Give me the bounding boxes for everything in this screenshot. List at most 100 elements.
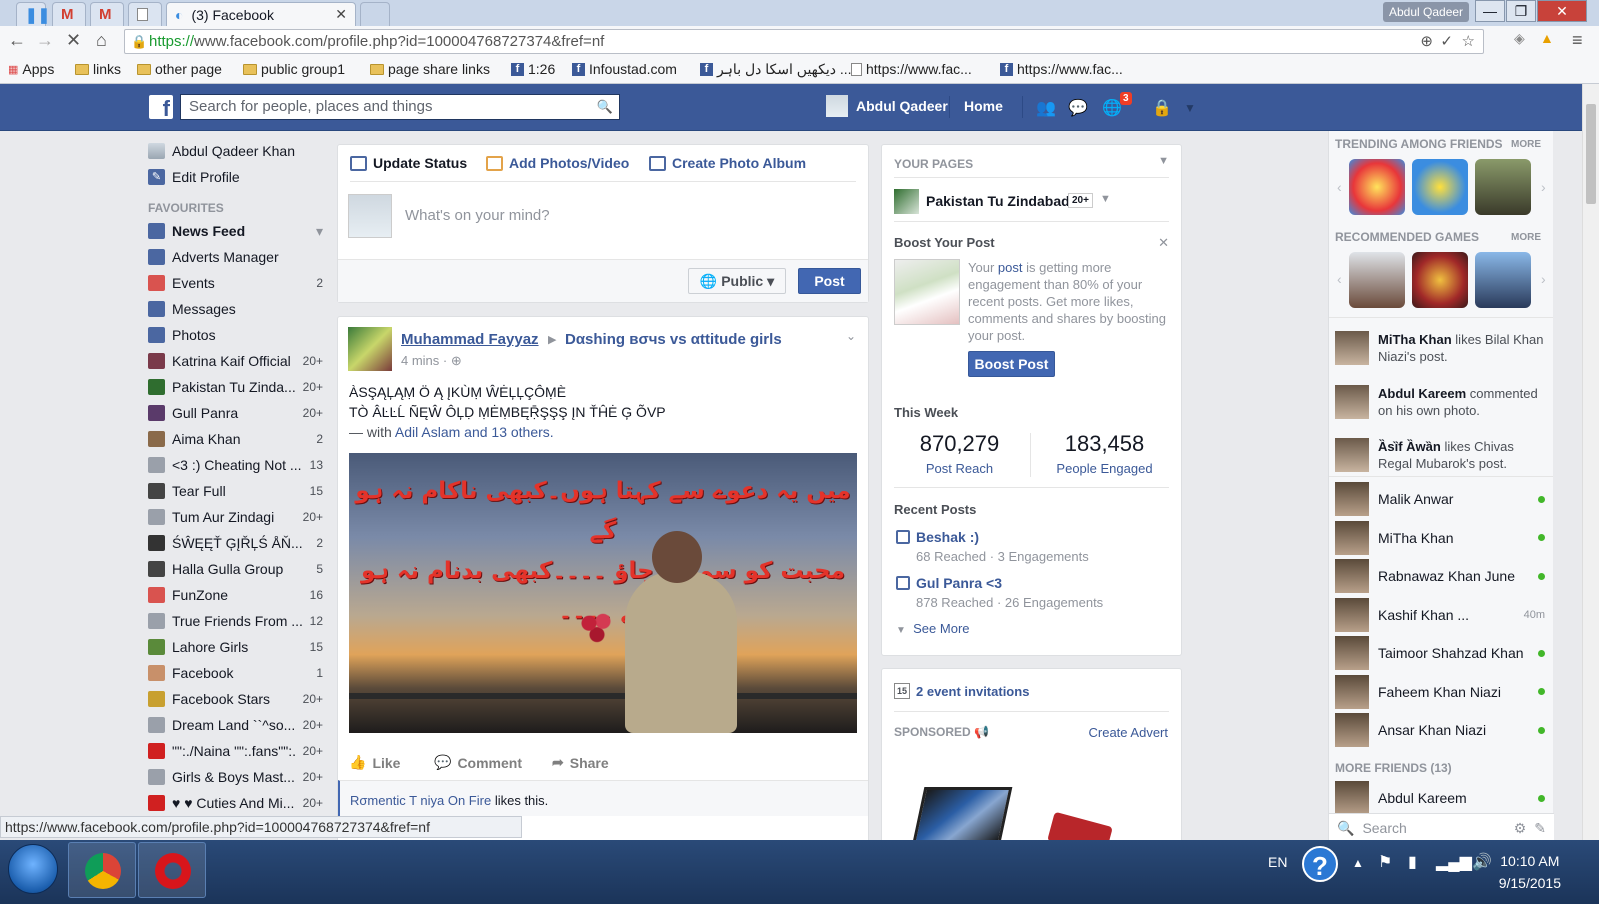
group-link[interactable]: Dαshing вσчs vs αttitude girls [565, 331, 782, 348]
close-window-button[interactable]: ✕ [1537, 0, 1587, 22]
taskbar-opera[interactable] [138, 842, 206, 898]
tray-expand-icon[interactable]: ▲ [1352, 856, 1364, 870]
game-3[interactable] [1475, 252, 1531, 308]
profile-link[interactable]: Abdul Qadeer Khan [148, 141, 323, 161]
bookmark-public-group1[interactable]: public group1 [243, 61, 345, 77]
volume-icon[interactable]: 🔊 [1472, 852, 1492, 872]
sidebar-item[interactable]: ♥ ♥ Cuties And Mi... 20+ [148, 793, 323, 813]
sidebar-item[interactable]: Girls & Boys Mast... 20+ [148, 767, 323, 787]
close-icon[interactable]: ✕ [1158, 235, 1169, 251]
bookmark-126[interactable]: f 1:26 [511, 61, 555, 77]
boost-post-thumbnail[interactable] [894, 259, 960, 325]
compose-icon[interactable]: ✎ [1534, 820, 1546, 837]
bookmark-page-share-links[interactable]: page share links [370, 61, 490, 77]
status-input[interactable]: What's on your mind? [405, 207, 550, 224]
chevron-down-icon[interactable]: ▼ [1158, 155, 1169, 167]
chat-friend[interactable]: Abdul Kareem [1335, 781, 1545, 815]
tab-add-photos[interactable]: Add Photos/Video [486, 155, 629, 171]
facebook-logo-icon[interactable]: f [149, 95, 173, 121]
zoom-icon[interactable]: ⊕ [1420, 30, 1433, 53]
sidebar-item[interactable]: Tum Aur Zindagi 20+ [148, 507, 323, 527]
chevron-left-icon[interactable]: ‹ [1337, 179, 1342, 195]
bookmark-url-2[interactable]: f https://www.fac... [1000, 61, 1123, 77]
star-icon[interactable]: ☆ [1462, 30, 1475, 53]
bookmark-links[interactable]: links [75, 61, 121, 77]
sidebar-item[interactable]: Lahore Girls 15 [148, 637, 323, 657]
see-more-link[interactable]: ▼ See More [896, 621, 970, 636]
flag-icon[interactable]: ⚑ [1378, 852, 1392, 872]
close-tab-icon[interactable]: ✕ [335, 6, 347, 23]
sidebar-item[interactable]: Gull Panra 20+ [148, 403, 323, 423]
menu-icon[interactable]: ≡ [1572, 30, 1583, 51]
chat-friend[interactable]: Rabnawaz Khan June [1335, 559, 1545, 593]
game-icw[interactable] [1475, 159, 1531, 215]
stop-icon[interactable]: ✕ [66, 30, 81, 51]
tab-update-status[interactable]: Update Status [350, 155, 467, 171]
chevron-left-icon[interactable]: ‹ [1337, 271, 1342, 287]
tablet-ad-image[interactable] [911, 787, 1013, 847]
back-icon[interactable]: ← [8, 30, 26, 51]
edit-profile-link[interactable]: ✎ Edit Profile [148, 167, 323, 187]
privacy-shortcuts-icon[interactable]: 🔒 [1152, 98, 1172, 118]
language-indicator[interactable]: EN [1268, 854, 1287, 870]
start-button[interactable] [8, 844, 58, 894]
create-advert-link[interactable]: Create Advert [1089, 725, 1169, 740]
avatar[interactable] [348, 327, 392, 371]
chat-friend[interactable]: Malik Anwar [1335, 482, 1545, 516]
tab-facebook[interactable]: ◐ (3) Facebook ✕ [166, 2, 356, 26]
battery-icon[interactable]: ▮ [1408, 852, 1417, 872]
messages-icon[interactable]: 💬 [1068, 98, 1088, 118]
profile-badge[interactable]: Abdul Qadeer [1383, 2, 1470, 22]
post-reach-stat[interactable]: 870,279 Post Reach [892, 431, 1027, 476]
scrollbar-thumb[interactable] [1586, 104, 1596, 204]
sidebar-item[interactable]: ŚŴĘĘŤ ĢĮŘĻŚ ÅŇ... 2 [148, 533, 323, 553]
sidebar-item[interactable]: <3 :) Cheating Not ... 13 [148, 455, 323, 475]
extension-2-icon[interactable]: ▲ [1540, 30, 1554, 46]
extension-icon[interactable]: ◈ [1514, 30, 1525, 47]
sidebar-item[interactable]: "":./Naina "":.fans"":. 20+ [148, 741, 323, 761]
home-icon[interactable]: ⌂ [96, 30, 107, 51]
like-button[interactable]: 👍 Like [349, 754, 400, 771]
tab-pinned-1[interactable]: ❚❚ [16, 2, 50, 26]
post-image[interactable]: میں یہ دعوے سے کہتا ہوں۔کبھی ناکام نہ ہو… [349, 453, 857, 733]
boost-post-button[interactable]: Boost Post [968, 351, 1055, 377]
search-icon[interactable]: 🔍 [597, 95, 613, 119]
avatar[interactable] [826, 95, 848, 117]
chat-friend[interactable]: Taimoor Shahzad Khan [1335, 636, 1545, 670]
sidebar-item[interactable]: Adverts Manager [148, 247, 323, 267]
share-button[interactable]: ➦ Share [552, 754, 609, 771]
page-scrollbar[interactable] [1582, 84, 1599, 844]
games-more-link[interactable]: MORE [1511, 232, 1541, 243]
sidebar-item[interactable]: Messages [148, 299, 323, 319]
game-dragon-city[interactable] [1412, 159, 1468, 215]
game-2[interactable] [1412, 252, 1468, 308]
chat-search-input[interactable]: 🔍 Search ⚙ ✎ [1329, 813, 1554, 843]
friend-requests-icon[interactable]: 👥 [1036, 98, 1056, 118]
tagged-link[interactable]: Adil Aslam and 13 others. [395, 424, 554, 440]
tab-gmail-2[interactable]: M [90, 2, 124, 26]
sidebar-item[interactable]: FunZone 16 [148, 585, 323, 605]
home-link[interactable]: Home [964, 98, 1003, 114]
sidebar-item[interactable]: True Friends From ... 12 [148, 611, 323, 631]
account-menu-icon[interactable]: ▼ [1184, 101, 1196, 115]
bookmark-urdu[interactable]: f دیکھیں اسکا دل باہر ... [700, 61, 852, 78]
liker-link[interactable]: Rσmentic T niya On Fire [350, 793, 491, 808]
chevron-down-icon[interactable]: ▼ [1100, 193, 1111, 205]
people-engaged-stat[interactable]: 183,458 People Engaged [1037, 431, 1172, 476]
bookmark-other-page[interactable]: other page [137, 61, 222, 77]
ticker-item[interactable]: Abdul Kareem commented on his own photo. [1335, 385, 1548, 419]
taskbar-chrome[interactable] [68, 842, 136, 898]
tab-gmail-1[interactable]: M [52, 2, 86, 26]
page-name-link[interactable]: Pakistan Tu Zindabad [926, 193, 1070, 209]
sidebar-item[interactable]: Photos [148, 325, 323, 345]
chevron-right-icon[interactable]: › [1541, 271, 1546, 287]
tab-blank[interactable] [128, 2, 162, 26]
sidebar-item[interactable]: Katrina Kaif Official 20+ [148, 351, 323, 371]
gear-icon[interactable]: ⚙ [1514, 820, 1527, 837]
sidebar-item[interactable]: Halla Gulla Group 5 [148, 559, 323, 579]
search-input[interactable]: Search for people, places and things 🔍 [180, 94, 620, 120]
sidebar-item[interactable]: Tear Full 15 [148, 481, 323, 501]
sidebar-item[interactable]: Facebook Stars 20+ [148, 689, 323, 709]
bookmark-apps[interactable]: ▦ Apps [8, 61, 54, 77]
post-time[interactable]: 4 mins · ⊕ [401, 353, 462, 369]
